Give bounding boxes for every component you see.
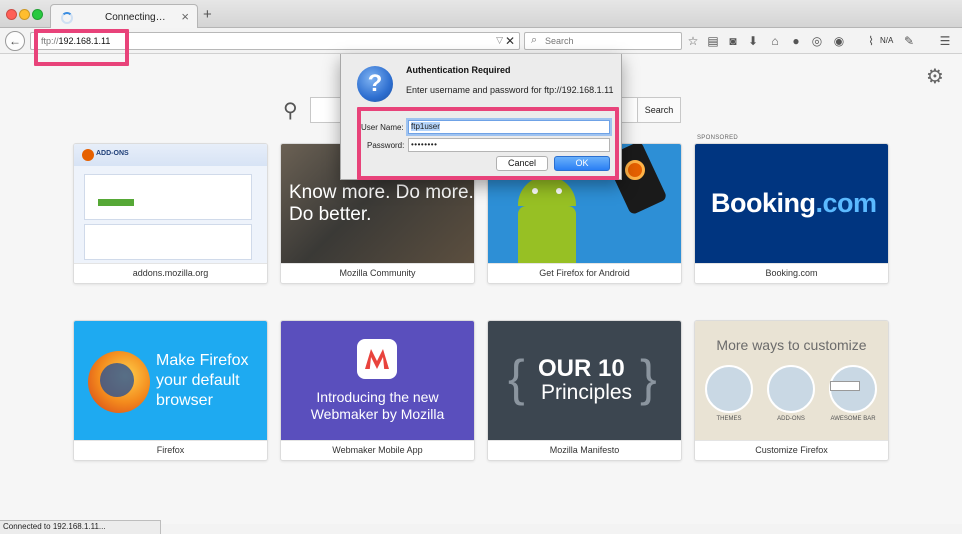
credentials-highlight-box (357, 107, 619, 180)
tile-label: Booking.com (695, 263, 888, 283)
tile-manifesto[interactable]: { OUR 10 Principles } Mozilla Manifesto (487, 320, 682, 461)
tile-thumbnail: Booking.com (695, 144, 888, 264)
browser-window: Connecting… × + ← ftp://192.168.1.11 ▽ ✕… (0, 0, 962, 534)
android-eye (556, 188, 562, 194)
tile-thumbnail: Introducing the new Webmaker by Mozilla (281, 321, 474, 441)
chart-icon[interactable]: ⌇ (864, 34, 878, 48)
loading-spinner-icon (61, 12, 73, 24)
tab-title: Connecting… (105, 12, 166, 23)
tile-thumbnail: Make Firefox your default browser (74, 321, 267, 441)
webmaker-logo-icon (357, 339, 397, 379)
community-headline: Know more. Do more. Do better. (289, 182, 474, 226)
tile-customize[interactable]: More ways to customize THEMES ADD-ONS AW… (694, 320, 889, 461)
manifesto-title: OUR 10 (538, 355, 625, 382)
reading-list-icon[interactable]: ▤ (706, 34, 720, 48)
sync-icon[interactable]: ◎ (810, 34, 824, 48)
brace-left: { (508, 350, 525, 406)
booking-suffix: .com (815, 188, 878, 218)
window-close-button[interactable] (6, 9, 17, 20)
tile-label: Firefox (74, 440, 267, 460)
community-line-1: Know more. Do more. (289, 182, 474, 203)
tab-close-icon[interactable]: × (181, 9, 189, 24)
download-icon[interactable]: ⬇ (746, 34, 760, 48)
addons-card (84, 224, 252, 260)
customize-item-awesome-bar: AWESOME BAR (830, 416, 876, 422)
android-eye (532, 188, 538, 194)
firefox-line-3: browser (156, 392, 213, 409)
pocket-icon[interactable]: ◙ (726, 34, 740, 48)
search-icon: ⚲ (283, 100, 298, 122)
webmaker-line-2: Webmaker by Mozilla (310, 406, 445, 422)
addons-card (84, 174, 252, 220)
search-icon: ⌕ (531, 34, 538, 46)
customize-item-addons: ADD-ONS (777, 416, 805, 422)
globe-icon[interactable]: ◉ (832, 34, 846, 48)
tile-label: Webmaker Mobile App (281, 440, 474, 460)
new-tab-button[interactable]: + (203, 7, 212, 22)
page-search-button[interactable]: Search (637, 97, 681, 123)
star-icon[interactable]: ☆ (686, 34, 700, 48)
tile-label: Customize Firefox (695, 440, 888, 460)
globe-icon (100, 363, 134, 397)
dialog-title: Authentication Required (406, 65, 511, 75)
window-minimize-button[interactable] (19, 9, 30, 20)
firefox-logo-icon (625, 160, 645, 180)
url-bar-glyph (830, 381, 860, 391)
extension-icon[interactable]: ✎ (902, 34, 916, 48)
tile-firefox[interactable]: Make Firefox your default browser Firefo… (73, 320, 268, 461)
tile-thumbnail: ADD-ONS (74, 144, 267, 264)
home-icon[interactable]: ⌂ (768, 34, 782, 48)
tile-label: Mozilla Community (281, 263, 474, 283)
tab-connecting[interactable]: Connecting… × (50, 4, 198, 29)
tile-webmaker[interactable]: Introducing the new Webmaker by Mozilla … (280, 320, 475, 461)
navigation-toolbar: ← ftp://192.168.1.11 ▽ ✕ ⌕ Search ☆ ▤ ◙ … (0, 28, 962, 54)
booking-brand: Booking (711, 188, 816, 218)
customize-title: More ways to customize (716, 337, 867, 353)
tab-strip: Connecting… × + (0, 0, 962, 29)
firefox-line-2: your default (156, 372, 240, 389)
status-bar: Connected to 192.168.1.11... (0, 520, 161, 534)
tile-booking[interactable]: Booking.com Booking.com (694, 143, 889, 284)
url-highlight-box (34, 29, 129, 66)
question-icon: ? (357, 66, 393, 102)
addons-button-shape (98, 199, 134, 206)
tile-thumbnail: { OUR 10 Principles } (488, 321, 681, 441)
tile-thumbnail: More ways to customize THEMES ADD-ONS AW… (695, 321, 888, 441)
window-maximize-button[interactable] (32, 9, 43, 20)
puzzle-icon (767, 365, 815, 413)
webmaker-line-1: Introducing the new (316, 389, 439, 405)
menu-icon[interactable]: ☰ (938, 34, 952, 48)
tile-addons[interactable]: ADD-ONS addons.mozilla.org (73, 143, 268, 284)
stop-icon[interactable]: ✕ (505, 34, 515, 48)
tile-label: Get Firefox for Android (488, 263, 681, 283)
back-button[interactable]: ← (5, 31, 25, 51)
chat-icon[interactable]: ● (789, 34, 803, 48)
na-label: N/A (880, 36, 894, 45)
url-history-dropdown-icon[interactable]: ▽ (496, 35, 503, 46)
paint-roller-icon (705, 365, 753, 413)
community-line-2: Do better. (289, 204, 372, 225)
brace-right: } (640, 350, 657, 406)
search-placeholder: Search (545, 36, 574, 46)
firefox-logo-icon (82, 149, 94, 161)
firefox-line-1: Make Firefox (156, 352, 249, 369)
addons-title: ADD-ONS (96, 150, 129, 157)
search-bar[interactable]: ⌕ Search (524, 32, 682, 50)
tile-label: addons.mozilla.org (74, 263, 267, 283)
manifesto-subtitle: Principles (541, 381, 633, 404)
dialog-message: Enter username and password for ftp://19… (406, 85, 614, 95)
webmaker-headline: Introducing the new Webmaker by Mozilla (281, 389, 474, 423)
android-robot-body (518, 206, 576, 264)
tile-label: Mozilla Manifesto (488, 440, 681, 460)
gear-icon[interactable]: ⚙ (926, 64, 944, 89)
sponsored-label: SPONSORED (697, 135, 739, 141)
firefox-tile-headline: Make Firefox your default browser (156, 351, 248, 411)
customize-item-themes: THEMES (716, 416, 742, 422)
android-robot-icon (518, 176, 576, 206)
booking-logo: Booking.com (711, 188, 877, 219)
